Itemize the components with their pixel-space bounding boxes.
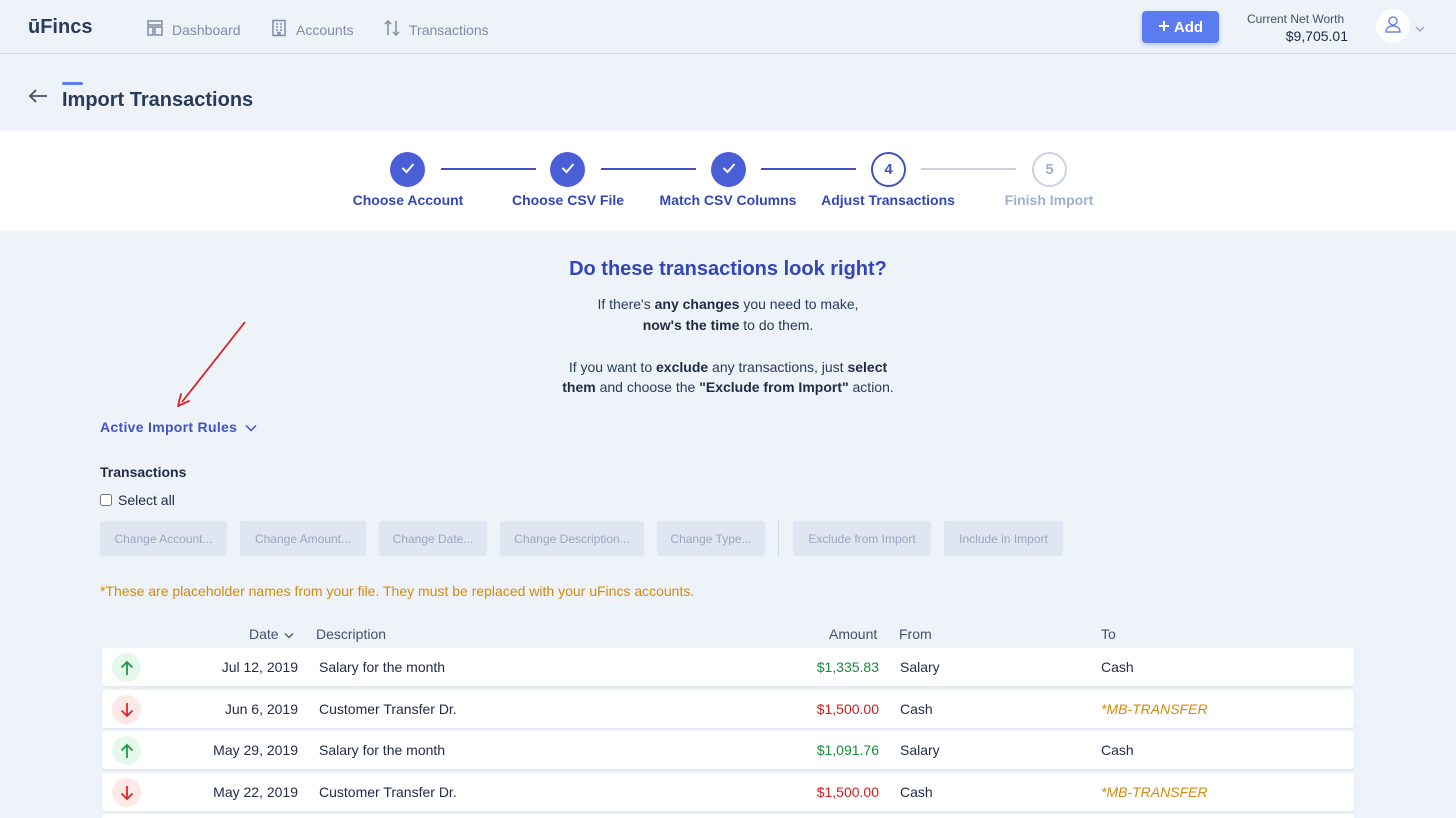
table-row[interactable]: Jun 6, 2019 Customer Transfer Dr. $1,500…	[102, 690, 1354, 728]
dashboard-icon	[146, 19, 164, 40]
row-date: Jun 6, 2019	[224, 701, 298, 717]
step-2-label: Choose CSV File	[511, 192, 625, 208]
step-3-circle	[711, 152, 746, 187]
step-connector	[441, 168, 536, 170]
building-icon	[270, 19, 288, 40]
step-1-circle	[390, 152, 425, 187]
step-5-label: Finish Import	[1004, 192, 1094, 208]
intro-heading: Do these transactions look right?	[569, 258, 887, 280]
change-account-button[interactable]: Change Account...	[100, 521, 227, 556]
row-from: Salary	[900, 659, 940, 675]
row-date: May 29, 2019	[213, 742, 298, 758]
chevron-down-icon	[245, 419, 257, 435]
checkmark-icon	[561, 161, 575, 178]
step-connector	[601, 168, 696, 170]
step-5-circle: 5	[1032, 152, 1067, 187]
table-row-partial	[102, 814, 1354, 818]
intro-line-1: If there's any changes you need to make,	[597, 296, 859, 312]
networth-label: Current Net Worth	[1247, 12, 1345, 26]
step-connector	[761, 168, 856, 170]
step-2-circle	[550, 152, 585, 187]
action-divider	[778, 521, 779, 556]
column-description: Description	[316, 626, 387, 642]
exclude-from-import-button[interactable]: Exclude from Import	[793, 521, 931, 556]
add-button-label: Add	[1173, 18, 1204, 36]
income-arrow-up-icon	[112, 736, 141, 765]
checkmark-icon	[722, 161, 736, 178]
step-3-label: Match CSV Columns	[659, 192, 797, 208]
row-from: Cash	[900, 701, 933, 717]
column-date-label: Date	[249, 626, 279, 642]
row-description: Salary for the month	[319, 742, 446, 758]
user-avatar[interactable]	[1376, 9, 1410, 43]
change-description-button[interactable]: Change Description...	[500, 521, 644, 556]
row-amount: $1,500.00	[816, 701, 879, 717]
expense-arrow-down-icon	[112, 778, 141, 807]
select-all-input[interactable]	[100, 494, 112, 506]
sort-chevron-down-icon	[284, 626, 294, 642]
table-row[interactable]: May 29, 2019 Salary for the month $1,091…	[102, 731, 1354, 769]
select-all-label: Select all	[118, 492, 175, 508]
step-4-label: Adjust Transactions	[821, 192, 955, 208]
income-arrow-up-icon	[112, 653, 141, 682]
annotation-arrow-icon	[170, 318, 250, 415]
app-logo[interactable]: ūFincs	[28, 16, 92, 39]
checkmark-icon	[401, 161, 415, 178]
row-date: Jul 12, 2019	[221, 659, 298, 675]
step-1-label: Choose Account	[352, 192, 464, 208]
nav-dashboard-label: Dashboard	[172, 21, 241, 38]
step-4-circle: 4	[871, 152, 906, 187]
row-description: Salary for the month	[319, 659, 446, 675]
row-to: *MB-TRANSFER	[1101, 784, 1208, 800]
active-import-rules-toggle[interactable]: Active Import Rules	[100, 419, 257, 435]
column-to: To	[1101, 626, 1116, 642]
expense-arrow-down-icon	[112, 695, 141, 724]
table-row[interactable]: May 22, 2019 Customer Transfer Dr. $1,50…	[102, 773, 1354, 811]
row-date: May 22, 2019	[213, 784, 298, 800]
add-button[interactable]: Add	[1142, 11, 1219, 43]
row-from: Cash	[900, 784, 933, 800]
column-date-sort[interactable]: Date	[249, 626, 294, 642]
step-connector	[921, 168, 1016, 170]
nav-transactions-label: Transactions	[409, 21, 489, 38]
column-amount: Amount	[829, 626, 878, 642]
change-date-button[interactable]: Change Date...	[379, 521, 487, 556]
user-menu-chevron-icon[interactable]	[1415, 20, 1425, 38]
row-to: Cash	[1101, 742, 1134, 758]
row-to: Cash	[1101, 659, 1134, 675]
back-arrow-icon[interactable]	[28, 88, 48, 109]
page-title: Import Transactions	[62, 89, 254, 111]
row-description: Customer Transfer Dr.	[319, 701, 457, 717]
nav-transactions[interactable]: Transactions	[383, 19, 489, 40]
include-in-import-button[interactable]: Include in Import	[944, 521, 1063, 556]
change-type-button[interactable]: Change Type...	[657, 521, 765, 556]
active-import-rules-label: Active Import Rules	[100, 419, 238, 435]
row-description: Customer Transfer Dr.	[319, 784, 457, 800]
top-nav: ūFincs Dashboard Accounts Transactions A…	[0, 0, 1456, 54]
table-row[interactable]: Jul 12, 2019 Salary for the month $1,335…	[102, 648, 1354, 686]
transactions-heading: Transactions	[100, 464, 187, 480]
title-accent-bar	[62, 82, 83, 85]
user-icon	[1383, 14, 1403, 39]
row-amount: $1,500.00	[816, 784, 879, 800]
column-from: From	[899, 626, 932, 642]
row-to: *MB-TRANSFER	[1101, 701, 1208, 717]
change-amount-button[interactable]: Change Amount...	[240, 521, 366, 556]
plus-icon	[1158, 19, 1170, 36]
nav-accounts-label: Accounts	[296, 21, 354, 38]
row-amount: $1,335.83	[816, 659, 879, 675]
nav-dashboard[interactable]: Dashboard	[146, 19, 241, 40]
row-from: Salary	[900, 742, 940, 758]
transfer-arrows-icon	[383, 19, 401, 40]
networth-value: $9,705.01	[1285, 28, 1348, 44]
placeholder-note: *These are placeholder names from your f…	[100, 583, 695, 599]
select-all-checkbox[interactable]: Select all	[100, 492, 175, 508]
nav-accounts[interactable]: Accounts	[270, 19, 354, 40]
row-amount: $1,091.76	[816, 742, 879, 758]
